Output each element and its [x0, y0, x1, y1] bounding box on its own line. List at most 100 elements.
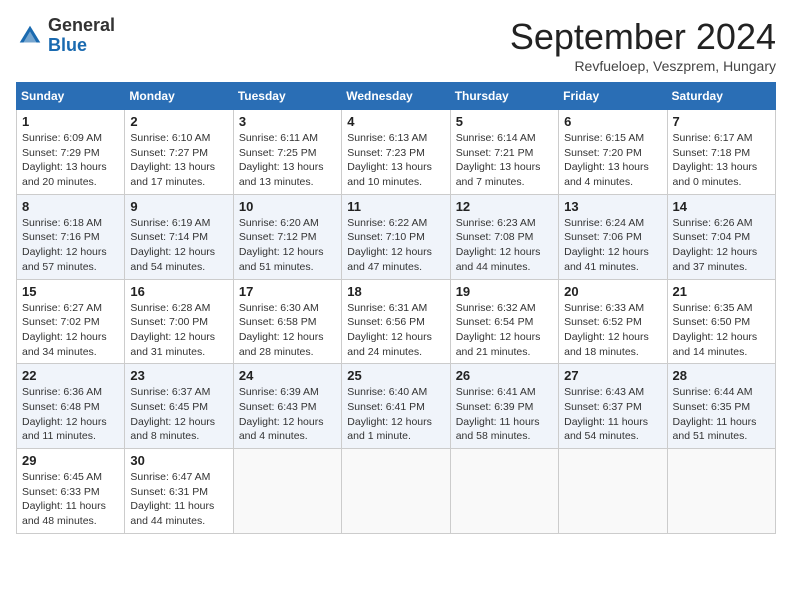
header-sunday: Sunday — [17, 83, 125, 110]
logo-text: General Blue — [48, 16, 115, 56]
calendar-cell — [233, 449, 341, 534]
day-info: Sunrise: 6:36 AMSunset: 6:48 PMDaylight:… — [22, 385, 119, 444]
calendar-cell: 28 Sunrise: 6:44 AMSunset: 6:35 PMDayligh… — [667, 364, 775, 449]
calendar-cell: 17 Sunrise: 6:30 AMSunset: 6:58 PMDayligh… — [233, 279, 341, 364]
day-number: 8 — [22, 199, 119, 214]
day-number: 6 — [564, 114, 661, 129]
calendar-cell: 23 Sunrise: 6:37 AMSunset: 6:45 PMDayligh… — [125, 364, 233, 449]
week-row-4: 22Sunrise: 6:36 AMSunset: 6:48 PMDayligh… — [17, 364, 776, 449]
week-row-3: 15Sunrise: 6:27 AMSunset: 7:02 PMDayligh… — [17, 279, 776, 364]
month-title: September 2024 — [510, 16, 776, 58]
day-info: Sunrise: 6:17 AMSunset: 7:18 PMDaylight:… — [673, 131, 770, 190]
calendar-cell — [667, 449, 775, 534]
day-info: Sunrise: 6:32 AMSunset: 6:54 PMDaylight:… — [456, 301, 553, 360]
day-number: 21 — [673, 284, 770, 299]
day-info: Sunrise: 6:24 AMSunset: 7:06 PMDaylight:… — [564, 216, 661, 275]
calendar-cell: 13 Sunrise: 6:24 AMSunset: 7:06 PMDayligh… — [559, 194, 667, 279]
page-header: General Blue September 2024 Revfueloep, … — [16, 16, 776, 74]
calendar-cell: 14Sunrise: 6:26 AMSunset: 7:04 PMDayligh… — [667, 194, 775, 279]
day-info: Sunrise: 6:09 AMSunset: 7:29 PMDaylight:… — [22, 131, 119, 190]
day-info: Sunrise: 6:23 AMSunset: 7:08 PMDaylight:… — [456, 216, 553, 275]
calendar-cell: 6 Sunrise: 6:15 AMSunset: 7:20 PMDaylight… — [559, 110, 667, 195]
day-info: Sunrise: 6:43 AMSunset: 6:37 PMDaylight:… — [564, 385, 661, 444]
day-number: 19 — [456, 284, 553, 299]
day-number: 11 — [347, 199, 444, 214]
day-info: Sunrise: 6:37 AMSunset: 6:45 PMDaylight:… — [130, 385, 227, 444]
day-number: 24 — [239, 368, 336, 383]
calendar-cell: 25 Sunrise: 6:40 AMSunset: 6:41 PMDayligh… — [342, 364, 450, 449]
calendar-cell: 12 Sunrise: 6:23 AMSunset: 7:08 PMDayligh… — [450, 194, 558, 279]
day-number: 27 — [564, 368, 661, 383]
day-number: 9 — [130, 199, 227, 214]
calendar-cell: 30 Sunrise: 6:47 AMSunset: 6:31 PMDayligh… — [125, 449, 233, 534]
day-info: Sunrise: 6:14 AMSunset: 7:21 PMDaylight:… — [456, 131, 553, 190]
week-row-2: 8Sunrise: 6:18 AMSunset: 7:16 PMDaylight… — [17, 194, 776, 279]
calendar-cell: 22Sunrise: 6:36 AMSunset: 6:48 PMDayligh… — [17, 364, 125, 449]
header-saturday: Saturday — [667, 83, 775, 110]
calendar-cell: 5 Sunrise: 6:14 AMSunset: 7:21 PMDaylight… — [450, 110, 558, 195]
calendar-cell: 7 Sunrise: 6:17 AMSunset: 7:18 PMDaylight… — [667, 110, 775, 195]
calendar-cell: 11 Sunrise: 6:22 AMSunset: 7:10 PMDayligh… — [342, 194, 450, 279]
day-number: 7 — [673, 114, 770, 129]
day-number: 17 — [239, 284, 336, 299]
calendar-cell: 3Sunrise: 6:11 AMSunset: 7:25 PMDaylight… — [233, 110, 341, 195]
day-info: Sunrise: 6:44 AMSunset: 6:35 PMDaylight:… — [673, 385, 770, 444]
day-number: 25 — [347, 368, 444, 383]
header-wednesday: Wednesday — [342, 83, 450, 110]
day-number: 26 — [456, 368, 553, 383]
calendar-cell: 29Sunrise: 6:45 AMSunset: 6:33 PMDayligh… — [17, 449, 125, 534]
day-number: 30 — [130, 453, 227, 468]
day-number: 2 — [130, 114, 227, 129]
calendar-cell — [342, 449, 450, 534]
header-thursday: Thursday — [450, 83, 558, 110]
day-info: Sunrise: 6:47 AMSunset: 6:31 PMDaylight:… — [130, 470, 227, 529]
calendar-cell: 26 Sunrise: 6:41 AMSunset: 6:39 PMDayligh… — [450, 364, 558, 449]
header-monday: Monday — [125, 83, 233, 110]
day-number: 12 — [456, 199, 553, 214]
day-number: 20 — [564, 284, 661, 299]
day-info: Sunrise: 6:33 AMSunset: 6:52 PMDaylight:… — [564, 301, 661, 360]
header-friday: Friday — [559, 83, 667, 110]
header-row: SundayMondayTuesdayWednesdayThursdayFrid… — [17, 83, 776, 110]
day-number: 28 — [673, 368, 770, 383]
calendar-cell: 9 Sunrise: 6:19 AMSunset: 7:14 PMDaylight… — [125, 194, 233, 279]
day-info: Sunrise: 6:28 AMSunset: 7:00 PMDaylight:… — [130, 301, 227, 360]
calendar-cell: 8Sunrise: 6:18 AMSunset: 7:16 PMDaylight… — [17, 194, 125, 279]
location-subtitle: Revfueloep, Veszprem, Hungary — [510, 58, 776, 74]
calendar-cell: 21 Sunrise: 6:35 AMSunset: 6:50 PMDayligh… — [667, 279, 775, 364]
day-info: Sunrise: 6:22 AMSunset: 7:10 PMDaylight:… — [347, 216, 444, 275]
calendar-cell — [450, 449, 558, 534]
calendar-cell: 2 Sunrise: 6:10 AMSunset: 7:27 PMDaylight… — [125, 110, 233, 195]
day-number: 13 — [564, 199, 661, 214]
week-row-1: 1Sunrise: 6:09 AMSunset: 7:29 PMDaylight… — [17, 110, 776, 195]
day-info: Sunrise: 6:40 AMSunset: 6:41 PMDaylight:… — [347, 385, 444, 444]
day-info: Sunrise: 6:30 AMSunset: 6:58 PMDaylight:… — [239, 301, 336, 360]
calendar-cell: 15Sunrise: 6:27 AMSunset: 7:02 PMDayligh… — [17, 279, 125, 364]
day-number: 14 — [673, 199, 770, 214]
title-block: September 2024 Revfueloep, Veszprem, Hun… — [510, 16, 776, 74]
day-info: Sunrise: 6:41 AMSunset: 6:39 PMDaylight:… — [456, 385, 553, 444]
day-info: Sunrise: 6:13 AMSunset: 7:23 PMDaylight:… — [347, 131, 444, 190]
calendar-cell: 27 Sunrise: 6:43 AMSunset: 6:37 PMDayligh… — [559, 364, 667, 449]
day-info: Sunrise: 6:19 AMSunset: 7:14 PMDaylight:… — [130, 216, 227, 275]
calendar-cell: 10Sunrise: 6:20 AMSunset: 7:12 PMDayligh… — [233, 194, 341, 279]
day-info: Sunrise: 6:15 AMSunset: 7:20 PMDaylight:… — [564, 131, 661, 190]
day-info: Sunrise: 6:27 AMSunset: 7:02 PMDaylight:… — [22, 301, 119, 360]
logo-icon — [16, 22, 44, 50]
calendar-table: SundayMondayTuesdayWednesdayThursdayFrid… — [16, 82, 776, 534]
calendar-cell: 18Sunrise: 6:31 AMSunset: 6:56 PMDayligh… — [342, 279, 450, 364]
day-number: 3 — [239, 114, 336, 129]
week-row-5: 29Sunrise: 6:45 AMSunset: 6:33 PMDayligh… — [17, 449, 776, 534]
day-info: Sunrise: 6:10 AMSunset: 7:27 PMDaylight:… — [130, 131, 227, 190]
calendar-cell — [559, 449, 667, 534]
day-number: 18 — [347, 284, 444, 299]
day-number: 5 — [456, 114, 553, 129]
day-info: Sunrise: 6:35 AMSunset: 6:50 PMDaylight:… — [673, 301, 770, 360]
calendar-cell: 20 Sunrise: 6:33 AMSunset: 6:52 PMDayligh… — [559, 279, 667, 364]
day-number: 16 — [130, 284, 227, 299]
day-number: 29 — [22, 453, 119, 468]
calendar-cell: 19 Sunrise: 6:32 AMSunset: 6:54 PMDayligh… — [450, 279, 558, 364]
day-number: 4 — [347, 114, 444, 129]
day-number: 23 — [130, 368, 227, 383]
calendar-cell: 1Sunrise: 6:09 AMSunset: 7:29 PMDaylight… — [17, 110, 125, 195]
